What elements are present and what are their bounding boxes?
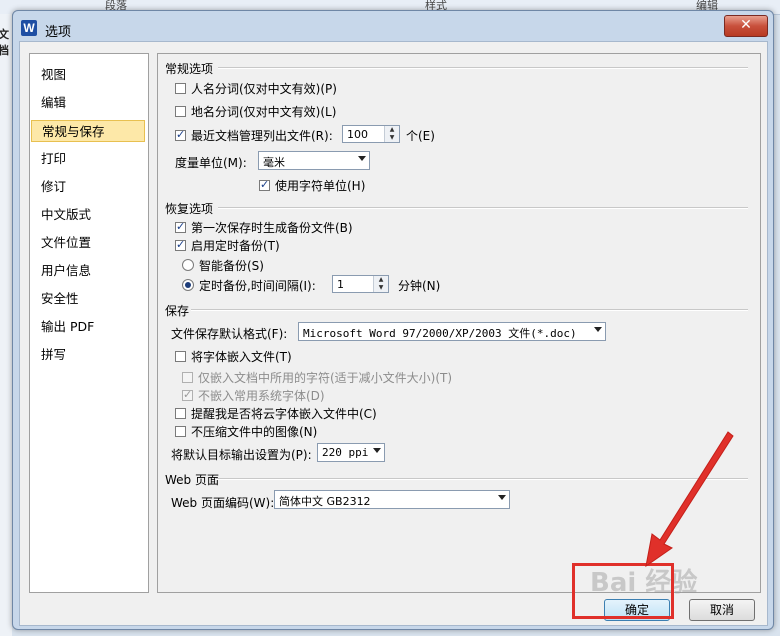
annotation-arrow <box>645 431 734 568</box>
arrow-icon <box>645 431 734 568</box>
